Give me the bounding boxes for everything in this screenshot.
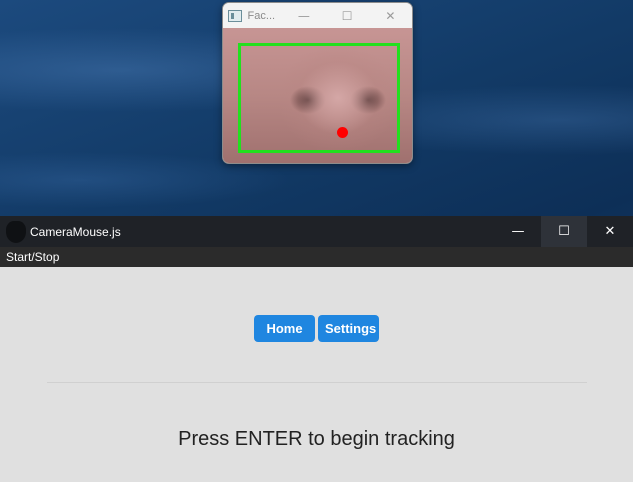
tracking-point	[337, 127, 348, 138]
nav-bar: Home Settings	[0, 315, 633, 342]
close-icon[interactable]: ✕	[369, 9, 412, 23]
face-window-title: Fac...	[247, 9, 276, 22]
status-message: Press ENTER to begin tracking	[178, 428, 455, 450]
main-content: Home Settings Press ENTER to begin track…	[0, 267, 633, 482]
face-tracking-box	[238, 43, 400, 153]
app-window-icon	[228, 9, 242, 22]
menu-item-start-stop[interactable]: Start/Stop	[6, 250, 59, 264]
divider	[47, 382, 587, 383]
maximize-icon[interactable]: ☐	[325, 9, 368, 23]
home-button[interactable]: Home	[254, 315, 315, 342]
menu-bar: Start/Stop	[0, 247, 633, 267]
face-window-titlebar[interactable]: Fac... — ☐ ✕	[223, 3, 412, 28]
main-window-title: CameraMouse.js	[30, 224, 121, 239]
close-button[interactable]: ✕	[587, 216, 633, 247]
minimize-button[interactable]: —	[495, 216, 541, 247]
face-preview-window[interactable]: Fac... — ☐ ✕	[222, 2, 413, 164]
maximize-button[interactable]: ☐	[541, 216, 587, 247]
camera-feed	[223, 28, 412, 163]
minimize-icon[interactable]: —	[282, 9, 325, 23]
main-app-window: CameraMouse.js — ☐ ✕ Start/Stop Home Set…	[0, 216, 633, 482]
settings-button[interactable]: Settings	[318, 315, 379, 342]
main-window-titlebar[interactable]: CameraMouse.js — ☐ ✕	[0, 216, 633, 247]
app-logo-icon	[6, 220, 26, 243]
